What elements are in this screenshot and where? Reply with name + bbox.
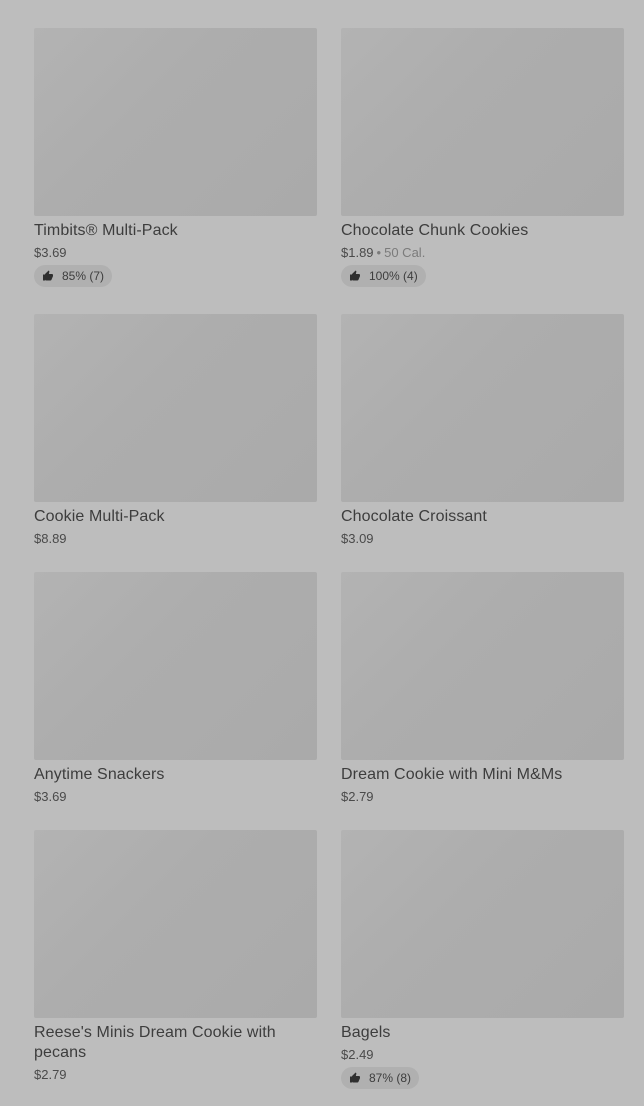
product-card-bagels[interactable]: Bagels $2.49 87% (8) xyxy=(341,830,624,1106)
product-meta: $3.09 xyxy=(341,530,624,547)
product-name: Chocolate Croissant xyxy=(341,508,487,525)
product-card-chocolate-chunk-cookies[interactable]: Chocolate Chunk Cookies $1.89 • 50 Cal. 10… xyxy=(341,28,624,314)
product-card-cookie-multi-pack[interactable]: Cookie Multi-Pack $8.89 xyxy=(34,314,317,572)
product-name: Reese's Minis Dream Cookie with pecans xyxy=(34,1024,276,1061)
product-meta: $3.69 xyxy=(34,244,317,261)
product-price: $8.89 xyxy=(34,531,67,546)
product-card-anytime-snackers[interactable]: Anytime Snackers $3.69 xyxy=(34,572,317,830)
product-name: Timbits® Multi-Pack xyxy=(34,222,178,239)
rating-text: 87% (8) xyxy=(369,1071,412,1085)
product-image[interactable] xyxy=(341,28,624,216)
rating-badge: 85% (7) xyxy=(34,265,113,287)
product-price: $3.69 xyxy=(34,245,67,260)
product-price: $2.79 xyxy=(341,789,374,804)
product-meta: $8.89 xyxy=(34,530,317,547)
product-card-reeses-minis-dream-cookie[interactable]: Reese's Minis Dream Cookie with pecans $… xyxy=(34,830,317,1106)
product-card-chocolate-croissant[interactable]: Chocolate Croissant $3.09 xyxy=(341,314,624,572)
product-meta: $2.79 xyxy=(34,1066,317,1083)
thumbs-up-icon xyxy=(350,270,360,281)
rating-badge: 100% (4) xyxy=(341,265,426,287)
product-image[interactable] xyxy=(34,830,317,1018)
thumbs-up-icon xyxy=(350,1072,360,1083)
product-name: Anytime Snackers xyxy=(34,766,165,783)
product-name: Bagels xyxy=(341,1024,391,1041)
product-image[interactable] xyxy=(34,28,317,216)
product-price: $2.79 xyxy=(34,1067,67,1082)
rating-text: 100% (4) xyxy=(369,269,418,283)
product-meta: $1.89 • 50 Cal. xyxy=(341,244,624,261)
thumbs-up-icon xyxy=(43,270,53,281)
product-card-timbits-multi-pack[interactable]: Timbits® Multi-Pack $3.69 85% (7) xyxy=(34,28,317,314)
product-card-dream-cookie-mini-mms[interactable]: Dream Cookie with Mini M&Ms $2.79 xyxy=(341,572,624,830)
product-price: $2.49 xyxy=(341,1047,374,1062)
product-name: Dream Cookie with Mini M&Ms xyxy=(341,766,563,783)
product-meta: $2.79 xyxy=(341,788,624,805)
product-price: $3.09 xyxy=(341,531,374,546)
product-image[interactable] xyxy=(341,572,624,760)
product-meta: $3.69 xyxy=(34,788,317,805)
product-image[interactable] xyxy=(341,314,624,502)
product-grid: Timbits® Multi-Pack $3.69 85% (7) Chocol… xyxy=(34,28,624,1106)
rating-text: 85% (7) xyxy=(62,269,105,283)
meta-separator: • xyxy=(376,245,382,260)
product-name: Chocolate Chunk Cookies xyxy=(341,222,529,239)
product-name: Cookie Multi-Pack xyxy=(34,508,165,525)
product-meta: $2.49 xyxy=(341,1046,624,1063)
product-image[interactable] xyxy=(341,830,624,1018)
product-price: $3.69 xyxy=(34,789,67,804)
product-image[interactable] xyxy=(34,572,317,760)
product-calories: 50 Cal. xyxy=(384,245,426,260)
rating-badge: 87% (8) xyxy=(341,1067,420,1089)
product-image[interactable] xyxy=(34,314,317,502)
product-price: $1.89 xyxy=(341,245,374,260)
